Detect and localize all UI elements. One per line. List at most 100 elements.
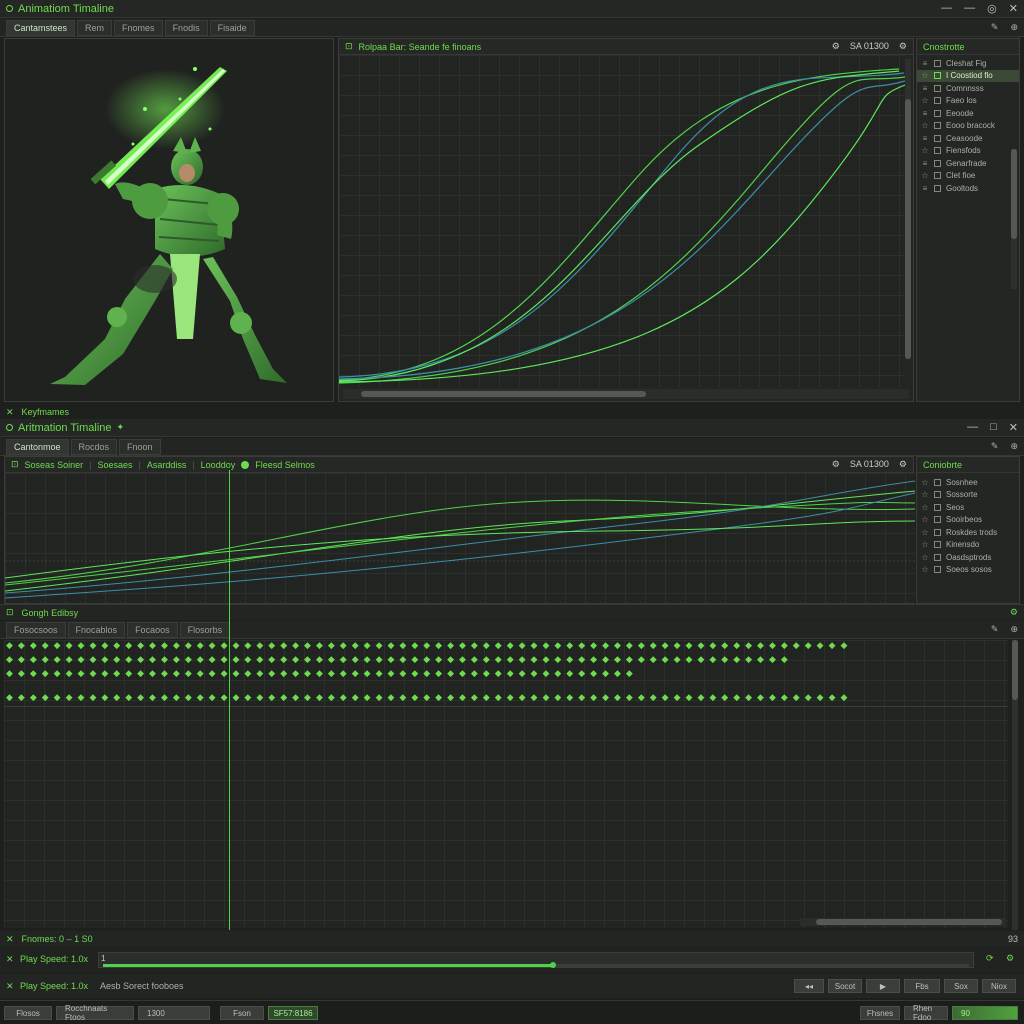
checkbox-icon[interactable]: [934, 553, 941, 561]
keyframe-row-1[interactable]: ◆◆◆◆◆◆◆◆◆◆◆◆◆◆◆◆◆◆◆◆◆◆◆◆◆◆◆◆◆◆◆◆◆◆◆◆◆◆◆◆…: [6, 640, 1006, 651]
progress-track[interactable]: [103, 962, 969, 968]
curve-tab-4[interactable]: Fleesd Selmos: [255, 460, 315, 470]
editor-tab-0[interactable]: Fosocsoos: [6, 621, 66, 638]
checkbox-icon[interactable]: [934, 134, 941, 142]
top-tree-item[interactable]: ☆ Faeo los: [917, 95, 1019, 108]
mid-tree-item[interactable]: ☆ Oasdsptrods: [917, 551, 1019, 564]
character-viewport[interactable]: [4, 38, 334, 402]
gear-icon[interactable]: ⚙: [899, 41, 907, 52]
keyframe-row-2[interactable]: ◆◆◆◆◆◆◆◆◆◆◆◆◆◆◆◆◆◆◆◆◆◆◆◆◆◆◆◆◆◆◆◆◆◆◆◆◆◆◆◆…: [6, 654, 936, 665]
top-tree-item[interactable]: ≡ Comnnsss: [917, 82, 1019, 95]
progress-knob[interactable]: [550, 962, 557, 968]
editor-pencil-icon[interactable]: ✎: [991, 624, 999, 635]
keyframe-row-4[interactable]: ◆◆◆◆◆◆◆◆◆◆◆◆◆◆◆◆◆◆◆◆◆◆◆◆◆◆◆◆◆◆◆◆◆◆◆◆◆◆◆◆…: [6, 692, 1006, 703]
dopesheet-hscroll[interactable]: [800, 918, 1006, 926]
checkbox-icon[interactable]: [934, 478, 941, 486]
checkbox-icon[interactable]: [934, 84, 941, 92]
timeline-scrubber[interactable]: 1: [98, 952, 974, 968]
mid-pencil-icon[interactable]: ✎: [991, 441, 999, 452]
fbs-button[interactable]: Fbs: [904, 979, 940, 993]
tab-3[interactable]: Fnodis: [164, 19, 208, 36]
checkbox-icon[interactable]: [934, 109, 941, 117]
playhead-line[interactable]: [229, 470, 230, 930]
checkbox-icon[interactable]: [934, 122, 941, 130]
curve-tab-2[interactable]: Asarddiss: [147, 460, 187, 470]
rewind-button[interactable]: ◂◂: [794, 979, 824, 993]
tab-1[interactable]: Rem: [77, 19, 113, 36]
top-tree-item[interactable]: ≡ Eeoode: [917, 107, 1019, 120]
keyframe-row-3[interactable]: ◆◆◆◆◆◆◆◆◆◆◆◆◆◆◆◆◆◆◆◆◆◆◆◆◆◆◆◆◆◆◆◆◆◆◆◆◆◆◆◆…: [6, 668, 756, 679]
tab-4[interactable]: Fisaide: [209, 19, 255, 36]
mid-tab-2[interactable]: Fnoon: [119, 438, 161, 455]
mid-tree-item[interactable]: ☆ Roskdes trods: [917, 526, 1019, 539]
pin-icon[interactable]: ⊕: [1010, 22, 1018, 33]
checkbox-icon[interactable]: [934, 541, 941, 549]
bottom-item-1[interactable]: Rocchnaats Ftoos: [56, 1004, 134, 1022]
top-tree-item[interactable]: ☆ Clet fioe: [917, 170, 1019, 183]
mid-close-button[interactable]: ✕: [1009, 421, 1018, 434]
checkbox-icon[interactable]: [934, 172, 941, 180]
checkbox-icon[interactable]: [934, 503, 941, 511]
editor-pin-icon[interactable]: ⊕: [1010, 624, 1018, 635]
bottom-right-1[interactable]: Rhen Fdoo: [904, 1004, 948, 1022]
bottom-item-3[interactable]: Fson: [220, 1006, 264, 1020]
dopesheet-vscroll[interactable]: [1012, 640, 1018, 930]
checkbox-icon[interactable]: [934, 72, 941, 80]
bottom-right-2[interactable]: 90: [952, 1006, 1018, 1020]
bottom-item-0[interactable]: Flosos: [4, 1006, 52, 1020]
dopesheet-area[interactable]: ◆◆◆◆◆◆◆◆◆◆◆◆◆◆◆◆◆◆◆◆◆◆◆◆◆◆◆◆◆◆◆◆◆◆◆◆◆◆◆◆…: [4, 640, 1008, 928]
editor-tab-2[interactable]: Focaoos: [127, 621, 178, 638]
curve-tab-3[interactable]: Looddoy: [201, 460, 236, 470]
checkbox-icon[interactable]: [934, 566, 941, 574]
tab-2[interactable]: Fnomes: [114, 19, 163, 36]
checkbox-icon[interactable]: [934, 184, 941, 192]
play-button[interactable]: ▶: [866, 979, 900, 993]
bottom-item-4[interactable]: SF57:8186: [268, 1006, 318, 1020]
niox-button[interactable]: Niox: [982, 979, 1016, 993]
mid-minimize-button[interactable]: —: [967, 421, 978, 434]
top-graph-hscroll[interactable]: [343, 389, 909, 399]
mid-tree-item[interactable]: ☆ Kinensdo: [917, 539, 1019, 552]
maximize-button[interactable]: —: [964, 2, 975, 15]
top-curve-area[interactable]: [338, 55, 906, 387]
editor-settings-icon[interactable]: ⚙: [1010, 607, 1018, 618]
mid-tree-item[interactable]: ☆ Sossorte: [917, 489, 1019, 502]
curve-tab-1[interactable]: Soesaes: [97, 460, 132, 470]
playhead-knob-icon[interactable]: [241, 460, 250, 469]
mid-maximize-button[interactable]: □: [990, 421, 997, 434]
mid-tree-item[interactable]: ☆ Sooirbeos: [917, 514, 1019, 527]
tab-0[interactable]: Cantamstees: [6, 19, 76, 36]
checkbox-icon[interactable]: [934, 97, 941, 105]
top-tree-vscroll[interactable]: [1011, 149, 1017, 289]
sox-button[interactable]: Sox: [944, 979, 978, 993]
bottom-item-2[interactable]: 1300: [138, 1006, 210, 1020]
socot-button[interactable]: Socot: [828, 979, 862, 993]
top-graph-vscroll[interactable]: [905, 59, 911, 359]
pencil-icon[interactable]: ✎: [991, 22, 999, 33]
mid-gear-icon[interactable]: ⚙: [899, 459, 907, 470]
top-tree-item[interactable]: ≡ Gooltods: [917, 182, 1019, 195]
checkbox-icon[interactable]: [934, 147, 941, 155]
checkbox-icon[interactable]: [934, 159, 941, 167]
settings-button[interactable]: ◎: [987, 2, 997, 15]
checkbox-icon[interactable]: [934, 516, 941, 524]
mid-settings-icon[interactable]: ⚙: [832, 459, 840, 470]
mid-curve-area[interactable]: [4, 473, 916, 603]
editor-tab-3[interactable]: Flosorbs: [179, 621, 231, 638]
top-tree-item[interactable]: ☆ Fiensfods: [917, 145, 1019, 158]
curve-tab-0[interactable]: Soseas Soiner: [25, 460, 84, 470]
top-tree-item[interactable]: ≡ Ceasoode: [917, 132, 1019, 145]
close-small-icon[interactable]: ✕: [6, 407, 14, 418]
top-tree-item[interactable]: ☆ I Coostiod flo: [917, 69, 1019, 82]
checkbox-icon[interactable]: [934, 528, 941, 536]
mid-tab-1[interactable]: Rocdos: [70, 438, 118, 455]
mid-tree-item[interactable]: ☆ Soeos sosos: [917, 564, 1019, 577]
top-tree-item[interactable]: ≡ Cleshat Fig: [917, 57, 1019, 70]
bottom-right-0[interactable]: Fhsnes: [860, 1006, 900, 1020]
minimize-button[interactable]: —: [941, 2, 952, 15]
settings-small-icon[interactable]: ⚙: [1006, 953, 1014, 964]
checkbox-icon[interactable]: [934, 491, 941, 499]
checkbox-icon[interactable]: [934, 59, 941, 67]
settings-icon[interactable]: ⚙: [832, 41, 840, 52]
close-button[interactable]: ✕: [1009, 2, 1018, 15]
